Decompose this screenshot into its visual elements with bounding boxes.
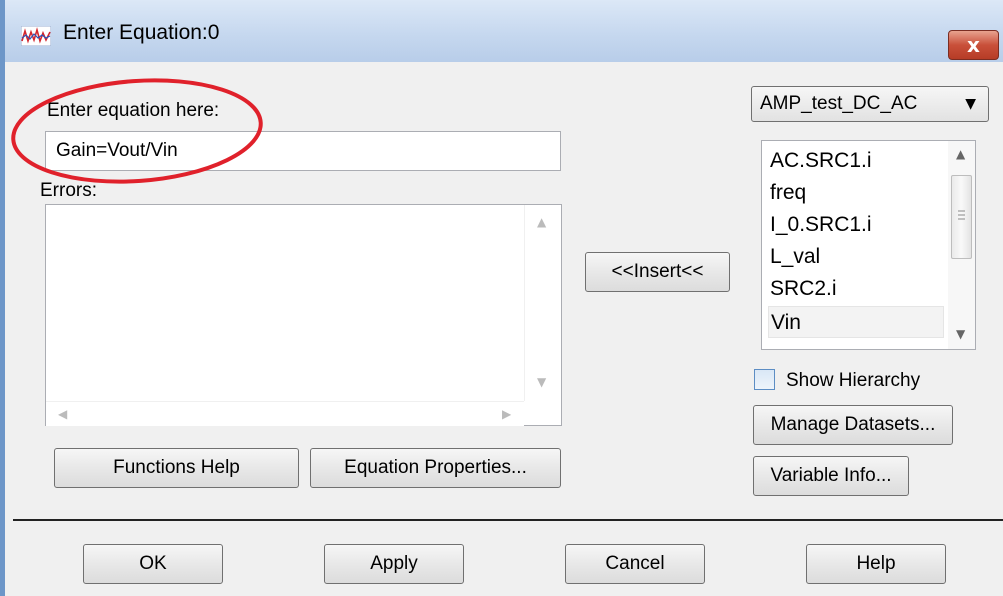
errors-textarea[interactable]: ▲ ▼ ◀ ▶	[45, 204, 562, 426]
cancel-button[interactable]: Cancel	[565, 544, 705, 584]
show-hierarchy-checkbox[interactable]	[754, 369, 775, 390]
separator	[13, 519, 1003, 521]
scroll-up-icon[interactable]: ▲	[537, 215, 546, 229]
scroll-right-icon[interactable]: ▶	[502, 407, 511, 421]
grip-icon	[958, 210, 965, 220]
enter-equation-dialog: Enter Equation:0 x Enter equation here: …	[0, 0, 1003, 596]
dataset-selected: AMP_test_DC_AC	[760, 93, 918, 114]
show-hierarchy-label: Show Hierarchy	[786, 370, 921, 391]
functions-help-button[interactable]: Functions Help	[54, 448, 299, 488]
variable-info-button[interactable]: Variable Info...	[753, 456, 909, 496]
manage-datasets-button[interactable]: Manage Datasets...	[753, 405, 953, 445]
apply-button[interactable]: Apply	[324, 544, 464, 584]
list-item[interactable]: freq	[768, 177, 946, 209]
waveform-icon	[21, 26, 51, 46]
scroll-left-icon[interactable]: ◀	[58, 407, 67, 421]
list-item[interactable]: L_val	[768, 241, 946, 273]
list-item[interactable]: I_0.SRC1.i	[768, 209, 946, 241]
errors-horizontal-scrollbar[interactable]: ◀ ▶	[46, 401, 524, 426]
scroll-down-icon[interactable]: ▼	[956, 327, 965, 341]
title-bar[interactable]: Enter Equation:0 x	[5, 0, 1003, 62]
list-item[interactable]: SRC2.i	[768, 273, 946, 305]
ok-button[interactable]: OK	[83, 544, 223, 584]
close-button[interactable]: x	[948, 30, 999, 60]
list-item-selected[interactable]: Vin	[768, 306, 944, 338]
insert-button[interactable]: <<Insert<<	[585, 252, 730, 292]
equation-properties-button[interactable]: Equation Properties...	[310, 448, 561, 488]
dataset-dropdown[interactable]: AMP_test_DC_AC ▼	[751, 86, 989, 122]
help-button[interactable]: Help	[806, 544, 946, 584]
close-icon: x	[967, 33, 980, 57]
scrollbar-thumb[interactable]	[951, 175, 972, 259]
scroll-down-icon[interactable]: ▼	[537, 375, 546, 389]
list-item[interactable]: AC.SRC1.i	[768, 145, 946, 177]
scroll-up-icon[interactable]: ▲	[956, 147, 965, 161]
annotation-circle	[11, 78, 263, 184]
variables-scrollbar[interactable]: ▲ ▼	[948, 141, 975, 349]
errors-vertical-scrollbar[interactable]: ▲ ▼	[524, 205, 561, 401]
window-title: Enter Equation:0	[63, 21, 220, 44]
variables-listbox[interactable]: AC.SRC1.i freq I_0.SRC1.i L_val SRC2.i V…	[761, 140, 976, 350]
chevron-down-icon: ▼	[965, 96, 976, 112]
